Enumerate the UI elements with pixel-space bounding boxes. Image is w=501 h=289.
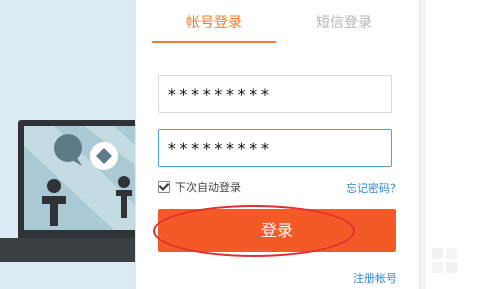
- tab-sms-login[interactable]: 短信登录: [286, 12, 402, 34]
- laptop-screen-art-icon: [24, 126, 136, 230]
- corner-watermark-icon: [432, 248, 457, 273]
- login-button[interactable]: 登录: [158, 209, 396, 252]
- login-panel: 帐号登录 短信登录 ********* ********* 下次自动登录 忘记密…: [135, 0, 420, 289]
- remember-checkbox[interactable]: [158, 181, 170, 193]
- password-input[interactable]: *********: [158, 129, 392, 167]
- laptop-screen: [24, 126, 136, 230]
- register-link[interactable]: 注册帐号: [353, 270, 397, 286]
- laptop-base: [0, 238, 135, 262]
- remember-label: 下次自动登录: [175, 181, 241, 194]
- forgot-password-link[interactable]: 忘记密码？: [346, 180, 401, 196]
- active-tab-underline: [152, 41, 276, 43]
- tab-account-login[interactable]: 帐号登录: [152, 12, 276, 34]
- remember-me[interactable]: 下次自动登录: [158, 180, 241, 194]
- account-input[interactable]: *********: [158, 75, 392, 113]
- laptop-illustration: [0, 110, 142, 289]
